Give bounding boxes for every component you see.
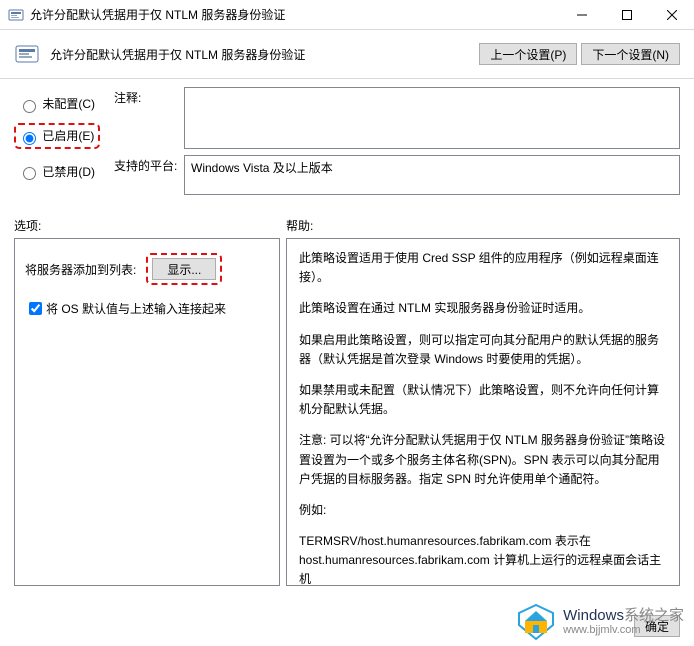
- config-area: 未配置(C) 已启用(E) 已禁用(D) 注释: 支持的平台: Windows …: [0, 79, 694, 203]
- add-server-label: 将服务器添加到列表:: [25, 261, 136, 278]
- window-title: 允许分配默认凭据用于仅 NTLM 服务器身份验证: [30, 6, 559, 23]
- add-server-row: 将服务器添加到列表: 显示...: [25, 253, 269, 285]
- titlebar: 允许分配默认凭据用于仅 NTLM 服务器身份验证: [0, 0, 694, 30]
- fields-column: 注释: 支持的平台: Windows Vista 及以上版本: [114, 87, 680, 201]
- radio-not-configured[interactable]: 未配置(C): [18, 95, 114, 113]
- help-section-label: 帮助:: [286, 217, 313, 234]
- help-paragraph: 注意: 可以将“允许分配默认凭据用于仅 NTLM 服务器身份验证”策略设置设置为…: [299, 431, 667, 489]
- comment-label: 注释:: [114, 87, 184, 149]
- radio-disabled-label: 已禁用(D): [42, 165, 95, 179]
- subheader: 允许分配默认凭据用于仅 NTLM 服务器身份验证 上一个设置(P) 下一个设置(…: [0, 30, 694, 79]
- help-panel[interactable]: 此策略设置适用于使用 Cred SSP 组件的应用程序（例如远程桌面连接）。 此…: [286, 238, 680, 586]
- help-paragraph: 此策略设置在通过 NTLM 实现服务器身份验证时适用。: [299, 299, 667, 318]
- policy-icon: [14, 40, 42, 68]
- watermark-logo-icon: [515, 601, 557, 643]
- highlight-show-button: 显示...: [146, 253, 222, 285]
- lower-panels: 将服务器添加到列表: 显示... 将 OS 默认值与上述输入连接起来 此策略设置…: [0, 238, 694, 586]
- minimize-button[interactable]: [559, 0, 604, 30]
- platform-label: 支持的平台:: [114, 155, 184, 195]
- radio-enabled-input[interactable]: [23, 132, 36, 145]
- link-defaults-checkbox[interactable]: [29, 302, 42, 315]
- radio-disabled[interactable]: 已禁用(D): [18, 163, 114, 181]
- help-paragraph: TERMSRV/host.humanresources.fabrikam.com…: [299, 532, 667, 586]
- link-defaults-label: 将 OS 默认值与上述输入连接起来: [46, 300, 226, 317]
- options-section-label: 选项:: [14, 217, 286, 234]
- section-labels: 选项: 帮助:: [0, 203, 694, 238]
- radio-enabled[interactable]: 已启用(E): [18, 127, 94, 145]
- highlight-enabled: 已启用(E): [14, 123, 100, 149]
- ok-button[interactable]: 确定: [634, 615, 680, 637]
- previous-setting-button[interactable]: 上一个设置(P): [479, 43, 577, 65]
- next-setting-button[interactable]: 下一个设置(N): [581, 43, 680, 65]
- link-defaults-row[interactable]: 将 OS 默认值与上述输入连接起来: [25, 299, 269, 318]
- radio-enabled-label: 已启用(E): [42, 129, 94, 143]
- radio-not-configured-label: 未配置(C): [42, 97, 95, 111]
- radio-not-configured-input[interactable]: [23, 100, 36, 113]
- help-paragraph: 如果禁用或未配置（默认情况下）此策略设置，则不允许向任何计算机分配默认凭据。: [299, 381, 667, 419]
- comment-row: 注释:: [114, 87, 680, 149]
- platform-box: Windows Vista 及以上版本: [184, 155, 680, 195]
- comment-textarea[interactable]: [184, 87, 680, 149]
- help-paragraph: 如果启用此策略设置，则可以指定可向其分配用户的默认凭据的服务器（默认凭据是首次登…: [299, 331, 667, 369]
- app-icon: [8, 7, 24, 23]
- platform-row: 支持的平台: Windows Vista 及以上版本: [114, 155, 680, 195]
- close-button[interactable]: [649, 0, 694, 30]
- footer-buttons: 确定: [634, 615, 680, 637]
- options-panel: 将服务器添加到列表: 显示... 将 OS 默认值与上述输入连接起来: [14, 238, 280, 586]
- policy-title: 允许分配默认凭据用于仅 NTLM 服务器身份验证: [50, 46, 475, 63]
- radio-disabled-input[interactable]: [23, 167, 36, 180]
- show-button[interactable]: 显示...: [152, 258, 216, 280]
- help-paragraph: 此策略设置适用于使用 Cred SSP 组件的应用程序（例如远程桌面连接）。: [299, 249, 667, 287]
- help-paragraph: 例如:: [299, 501, 667, 520]
- radio-group: 未配置(C) 已启用(E) 已禁用(D): [18, 87, 114, 201]
- maximize-button[interactable]: [604, 0, 649, 30]
